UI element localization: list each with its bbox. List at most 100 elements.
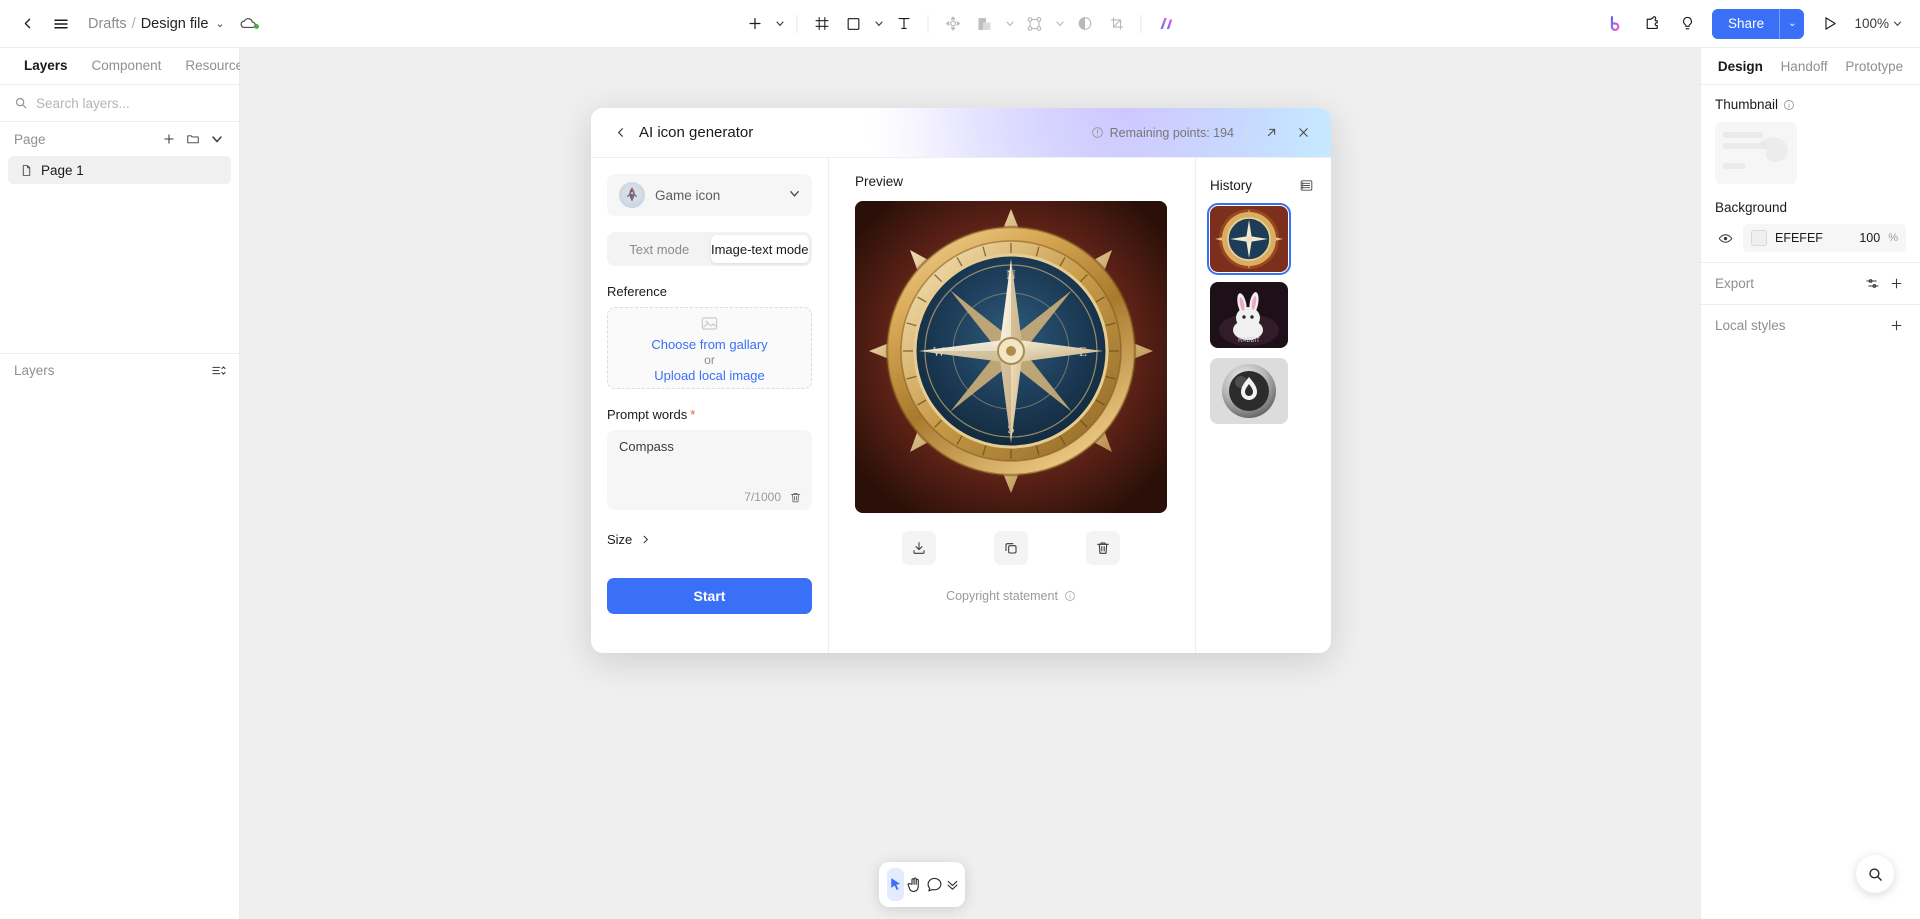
rectangle-tool[interactable]: [839, 8, 869, 40]
start-button[interactable]: Start: [607, 578, 812, 614]
select-tool-button[interactable]: [887, 868, 904, 901]
background-color-field[interactable]: EFEFEF 100 %: [1743, 224, 1906, 252]
zoom-level-control[interactable]: 100%: [1848, 16, 1908, 31]
ai-tool[interactable]: [1151, 8, 1181, 40]
eye-icon[interactable]: [1715, 228, 1735, 248]
canvas-search-fab[interactable]: [1856, 855, 1894, 893]
preview-label: Preview: [855, 174, 904, 189]
background-hex-value[interactable]: EFEFEF: [1775, 231, 1851, 245]
prompt-words-value[interactable]: Compass: [619, 439, 802, 490]
thumb-line-2: [1723, 143, 1767, 149]
modal-back-chevron-left-icon[interactable]: [609, 122, 631, 144]
sliders-icon[interactable]: [1860, 272, 1884, 296]
layers-section-title: Layers: [14, 363, 55, 378]
background-opacity-unit: %: [1888, 232, 1898, 244]
top-toolbar-tools: [740, 8, 1181, 40]
tab-design[interactable]: Design: [1718, 59, 1763, 74]
history-item-rabbit[interactable]: RABBIT: [1210, 282, 1288, 348]
boolean-tool[interactable]: [970, 8, 1000, 40]
prompt-words-label-row: Prompt words *: [607, 407, 812, 422]
share-button[interactable]: Share ⌄: [1712, 8, 1805, 39]
mode-image-text[interactable]: Image-text mode: [710, 235, 809, 263]
size-row[interactable]: Size: [607, 526, 812, 552]
search-icon: [15, 97, 27, 109]
export-label: Export: [1715, 276, 1755, 291]
info-icon[interactable]: [1783, 99, 1795, 111]
mode-text[interactable]: Text mode: [610, 235, 709, 263]
delete-button[interactable]: [1086, 531, 1120, 565]
share-chevron-down-icon[interactable]: ⌄: [1780, 9, 1804, 39]
add-tool[interactable]: [740, 8, 770, 40]
history-item-flame[interactable]: [1210, 358, 1288, 424]
tab-layers[interactable]: Layers: [12, 48, 80, 84]
mask-tool[interactable]: [1070, 8, 1100, 40]
download-button[interactable]: [902, 531, 936, 565]
modal-close-icon[interactable]: [1291, 121, 1315, 145]
search-input[interactable]: [36, 95, 216, 111]
download-icon: [913, 542, 925, 554]
reference-label: Reference: [607, 284, 667, 299]
model-selector[interactable]: Game icon: [607, 174, 812, 216]
page-list-item[interactable]: Page 1: [8, 156, 231, 184]
history-compass-thumb: [1210, 206, 1288, 272]
prompt-words-input[interactable]: Compass 7/1000: [607, 430, 812, 510]
add-page-icon[interactable]: [157, 127, 181, 151]
history-rabbit-thumb: RABBIT: [1210, 282, 1288, 348]
chevron-down-icon[interactable]: ⌄: [215, 17, 224, 30]
tab-handoff[interactable]: Handoff: [1781, 59, 1828, 74]
tab-component[interactable]: Component: [80, 48, 174, 84]
add-export-icon[interactable]: [1884, 272, 1908, 296]
choose-from-gallery-link[interactable]: Choose from gallary: [651, 337, 767, 352]
reference-dropzone[interactable]: Choose from gallary or Upload local imag…: [607, 307, 812, 389]
plugin-icon[interactable]: [1634, 7, 1668, 41]
more-tools-button[interactable]: [945, 868, 960, 901]
add-tool-chevron-down-icon[interactable]: [772, 8, 788, 40]
tab-prototype[interactable]: Prototype: [1845, 59, 1903, 74]
color-swatch[interactable]: [1751, 230, 1767, 246]
comment-tool-button[interactable]: [926, 868, 943, 901]
back-button[interactable]: [10, 7, 44, 41]
modal-body: Game icon Text mode Image-text mode Refe…: [591, 158, 1331, 653]
top-toolbar-left: Drafts / Design file ⌄: [0, 7, 259, 41]
clear-prompt-trash-icon[interactable]: [789, 491, 802, 504]
breadcrumb-root[interactable]: Drafts: [88, 16, 127, 32]
modal-expand-icon[interactable]: [1259, 121, 1283, 145]
history-item-compass[interactable]: [1207, 203, 1291, 275]
breadcrumb-file[interactable]: Design file: [141, 16, 209, 32]
collapse-pages-chevron-down-icon[interactable]: [205, 127, 229, 151]
modal-header: AI icon generator Remaining points: 194: [591, 108, 1331, 158]
hamburger-menu-icon[interactable]: [44, 7, 78, 41]
background-opacity-value[interactable]: 100: [1859, 231, 1880, 245]
model-chevron-down-icon[interactable]: [789, 188, 800, 202]
right-panel-tabs: Design Handoff Prototype: [1701, 48, 1920, 85]
lightbulb-icon[interactable]: [1670, 7, 1704, 41]
text-tool[interactable]: [889, 8, 919, 40]
thumbnail-preview[interactable]: [1715, 122, 1797, 184]
upload-local-image-link[interactable]: Upload local image: [654, 368, 765, 383]
copy-button[interactable]: [994, 531, 1028, 565]
app-root: Drafts / Design file ⌄ Share ⌄ 100% Laye…: [0, 0, 1920, 919]
rectangle-tool-chevron-down-icon[interactable]: [871, 8, 887, 40]
chevron-right-icon: [643, 535, 649, 543]
preview-image[interactable]: N E S W: [855, 201, 1167, 513]
slice-tool[interactable]: [1102, 8, 1132, 40]
info-circle-icon: [1091, 127, 1103, 138]
rocket-avatar-icon: [619, 182, 645, 208]
boolean-tool-chevron-down-icon[interactable]: [1002, 8, 1018, 40]
copyright-statement[interactable]: Copyright statement: [855, 589, 1167, 603]
copy-icon: [1005, 543, 1017, 554]
present-play-icon[interactable]: [1812, 7, 1846, 41]
search-layers-row[interactable]: [0, 85, 239, 122]
hand-tool-button[interactable]: [906, 868, 924, 901]
breadcrumb[interactable]: Drafts / Design file ⌄: [88, 16, 225, 32]
background-label: Background: [1715, 200, 1788, 215]
add-local-style-icon[interactable]: [1884, 314, 1908, 338]
new-folder-icon[interactable]: [181, 127, 205, 151]
move-tool[interactable]: [938, 8, 968, 40]
list-view-icon[interactable]: [1295, 174, 1317, 196]
b-logo-icon[interactable]: [1598, 7, 1632, 41]
component-tool[interactable]: [1020, 8, 1050, 40]
frame-tool[interactable]: [807, 8, 837, 40]
layers-sort-icon[interactable]: [206, 359, 230, 383]
component-tool-chevron-down-icon[interactable]: [1052, 8, 1068, 40]
